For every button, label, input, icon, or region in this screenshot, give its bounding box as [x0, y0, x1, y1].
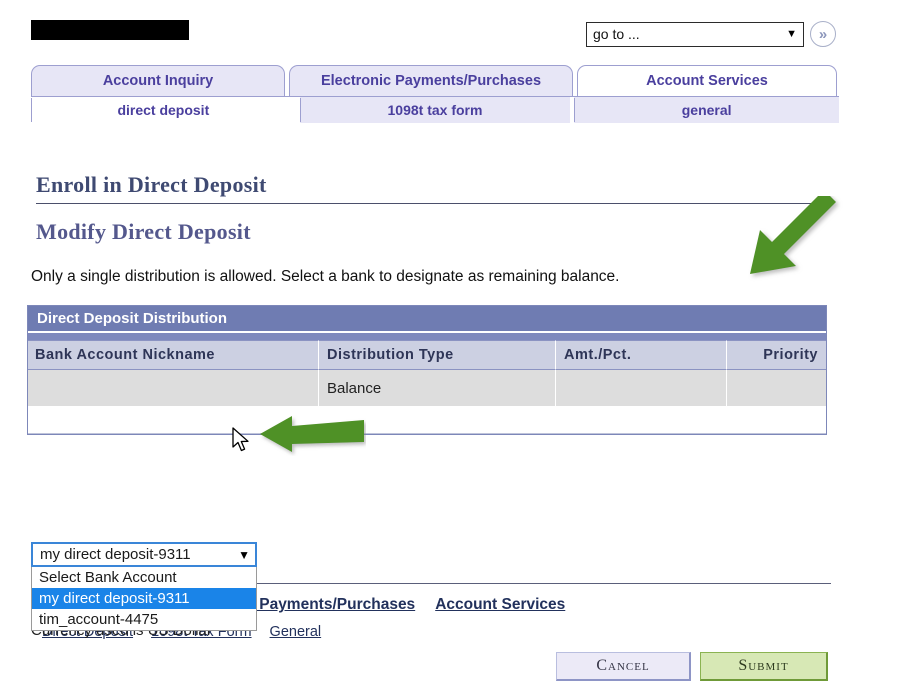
column-header-priority: Priority: [726, 340, 826, 370]
goto-submit-button[interactable]: »: [810, 21, 836, 47]
subtab-general[interactable]: general: [574, 97, 839, 123]
goto-select-value: go to ...: [593, 26, 640, 42]
table-caption: Direct Deposit Distribution: [28, 306, 826, 333]
option-my-direct-deposit-9311[interactable]: my direct deposit-9311: [32, 588, 256, 609]
chevron-down-icon: ▼: [238, 548, 250, 562]
direct-deposit-distribution-table: Direct Deposit Distribution Bank Account…: [27, 305, 827, 435]
cell-bank-account-nickname: [28, 370, 318, 407]
column-header-amount-pct: Amt./Pct.: [555, 340, 726, 370]
cell-priority: [726, 370, 826, 407]
goto-select[interactable]: go to ... ▼: [586, 22, 804, 47]
column-header-distribution-type: Distribution Type: [318, 340, 555, 370]
option-tim-account-4475[interactable]: tim_account-4475: [32, 609, 256, 630]
site-logo-redacted: [31, 20, 189, 40]
table-title-spacer: [28, 333, 826, 340]
page-header: go to ... ▼ »: [0, 0, 908, 58]
tab-navigation: Account Inquiry Electronic Payments/Purc…: [31, 64, 839, 123]
tab-account-inquiry[interactable]: Account Inquiry: [31, 65, 285, 96]
mouse-cursor: [232, 427, 251, 454]
subtab-1098t-tax-form[interactable]: 1098t tax form: [300, 97, 571, 123]
option-select-bank-account[interactable]: Select Bank Account: [32, 567, 256, 588]
annotation-arrow-top: [744, 196, 844, 286]
cell-distribution-type: Balance: [318, 370, 555, 407]
column-header-bank-account-nickname: Bank Account Nickname: [28, 340, 318, 370]
subtab-direct-deposit[interactable]: direct deposit: [31, 97, 296, 123]
cell-amount-pct: [555, 370, 726, 407]
tab-account-services[interactable]: Account Services: [577, 65, 837, 96]
footer-link-account-services[interactable]: Account Services: [435, 596, 565, 614]
instruction-text: Only a single distribution is allowed. S…: [31, 268, 620, 286]
table-header-row: Bank Account Nickname Distribution Type …: [28, 340, 826, 370]
tab-electronic-payments-purchases[interactable]: Electronic Payments/Purchases: [289, 65, 573, 96]
footer-link-general[interactable]: General: [270, 624, 322, 640]
main-tab-row: Account Inquiry Electronic Payments/Purc…: [31, 64, 839, 96]
table-empty-row: [28, 407, 826, 434]
chevron-down-icon: ▼: [786, 29, 797, 40]
sub-tab-row: direct deposit 1098t tax form general: [31, 96, 839, 123]
table-row: Balance: [28, 370, 826, 407]
bank-account-select-value: my direct deposit-9311: [40, 546, 191, 563]
page-title: Enroll in Direct Deposit: [36, 172, 831, 204]
bank-account-option-list[interactable]: Select Bank Account my direct deposit-93…: [31, 567, 257, 631]
goto-navigation: go to ... ▼ »: [586, 21, 836, 47]
page-subtitle: Modify Direct Deposit: [36, 219, 251, 245]
bank-account-select[interactable]: my direct deposit-9311 ▼: [31, 542, 257, 567]
